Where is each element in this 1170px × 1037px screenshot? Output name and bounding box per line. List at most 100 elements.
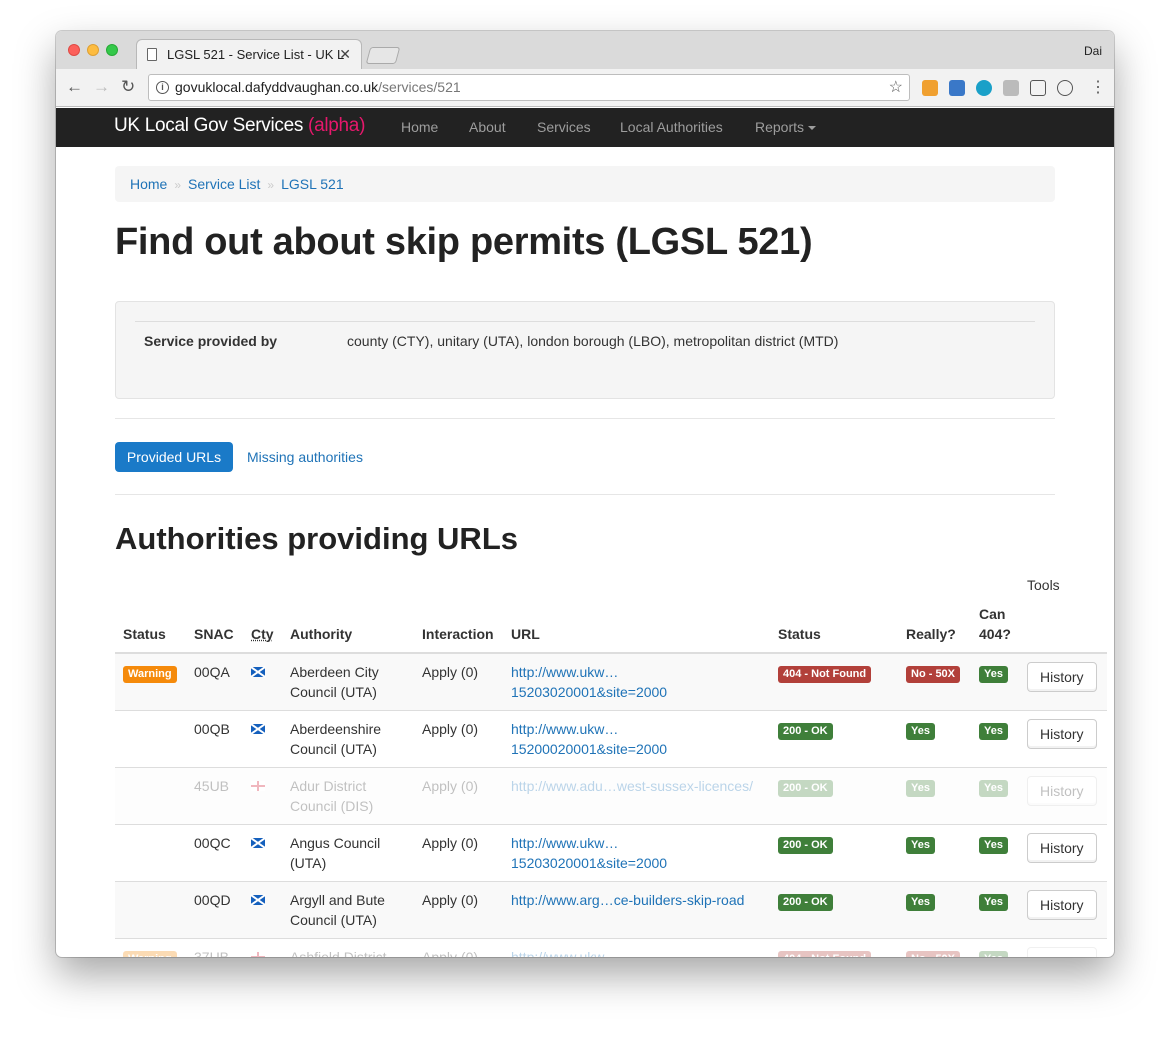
url-status-badge: 404 - Not Found: [778, 666, 872, 683]
tab-title: LGSL 521 - Service List - UK L: [167, 47, 345, 62]
row-url-status-cell: 200 - OK: [770, 824, 898, 882]
row-interaction: Apply (0): [414, 710, 503, 768]
row-country-cell: [243, 881, 282, 939]
row-status-cell: [115, 881, 186, 939]
section-title: Authorities providing URLs: [115, 521, 518, 556]
row-country-cell: [243, 652, 282, 711]
row-can-404-cell: Yes: [971, 824, 1019, 882]
url-host: govuklocal.dafyddvaughan.co.uk: [175, 79, 379, 95]
lastpass-extension-icon[interactable]: [949, 80, 965, 96]
page-icon: [147, 48, 157, 61]
zoom-window-button[interactable]: [106, 44, 118, 56]
row-can-404-cell: Yes: [971, 881, 1019, 939]
row-country-cell: [243, 767, 282, 825]
site-brand[interactable]: UK Local Gov Services (alpha): [114, 115, 365, 137]
history-button[interactable]: History: [1027, 890, 1097, 920]
info-icon[interactable]: i: [156, 81, 169, 94]
back-icon[interactable]: ←: [66, 77, 83, 97]
breadcrumb-home[interactable]: Home: [130, 176, 167, 192]
row-url-cell: http://www.ukw…15203020001&site=2000: [503, 652, 770, 711]
row-interaction: Apply (0): [414, 652, 503, 711]
breadcrumb-current[interactable]: LGSL 521: [281, 176, 344, 192]
history-button[interactable]: History: [1027, 719, 1097, 749]
row-url-link[interactable]: http://www.adu…west-sussex-licences/: [511, 778, 753, 794]
profile-name[interactable]: Dai: [1084, 44, 1102, 58]
nav-local-authorities[interactable]: Local Authorities: [620, 119, 723, 135]
can-404-badge: Yes: [979, 837, 1008, 854]
nav-reports-label: Reports: [755, 119, 805, 135]
url-status-badge: 200 - OK: [778, 723, 833, 740]
row-country-cell: [243, 938, 282, 957]
history-button[interactable]: History: [1027, 947, 1097, 957]
row-status-cell: [115, 824, 186, 882]
can-404-badge: Yes: [979, 666, 1008, 683]
service-info-panel: Service provided by county (CTY), unitar…: [115, 301, 1055, 399]
history-button[interactable]: History: [1027, 662, 1097, 692]
row-url-cell: http://www.ukw…15200010001&site=2000: [503, 938, 770, 957]
service-provided-value: county (CTY), unitary (UTA), london boro…: [347, 333, 839, 349]
row-authority: Angus Council (UTA): [282, 824, 414, 882]
table-row: 00QC Angus Council (UTA) Apply (0) http://w…: [115, 824, 1107, 882]
divider: [135, 321, 1035, 322]
history-button[interactable]: History: [1027, 776, 1097, 806]
nav-about[interactable]: About: [469, 119, 506, 135]
row-url-status-cell: 200 - OK: [770, 710, 898, 768]
row-url-link[interactable]: http://www.ukw…15200010001&site=2000: [511, 949, 667, 957]
info-extension-icon[interactable]: [1057, 80, 1073, 96]
service-provided-label: Service provided by: [144, 333, 278, 349]
nav-services[interactable]: Services: [537, 119, 591, 135]
table-row: Warning 37UB Ashfield District Council (DI…: [115, 938, 1107, 957]
tab-missing-authorities[interactable]: Missing authorities: [247, 442, 363, 472]
row-url-link[interactable]: http://www.ukw…15203020001&site=2000: [511, 664, 667, 700]
row-tools-cell: History: [1019, 938, 1107, 957]
really-badge: No - 50X: [906, 951, 961, 957]
nav-home[interactable]: Home: [401, 119, 438, 135]
row-authority: Aberdeenshire Council (UTA): [282, 710, 414, 768]
row-url-link[interactable]: http://www.arg…ce-builders-skip-road: [511, 892, 744, 908]
row-url-cell: http://www.ukw…15203020001&site=2000: [503, 824, 770, 882]
can-404-badge: Yes: [979, 894, 1008, 911]
row-url-link[interactable]: http://www.ukw…15200020001&site=2000: [511, 721, 667, 757]
divider: [115, 494, 1055, 495]
new-tab-button[interactable]: [365, 47, 401, 64]
row-really-cell: Yes: [898, 710, 971, 768]
browser-tab[interactable]: LGSL 521 - Service List - UK L ✕: [136, 39, 362, 69]
row-really-cell: Yes: [898, 767, 971, 825]
col-authority: Authority: [282, 575, 414, 654]
url-status-badge: 404 - Not Found: [778, 951, 872, 957]
row-can-404-cell: Yes: [971, 767, 1019, 825]
table-header-row: Status SNAC Cty Authority Interaction UR…: [115, 575, 1107, 654]
col-cty-label: Cty: [251, 626, 274, 642]
close-window-button[interactable]: [68, 44, 80, 56]
eyedropper-extension-icon[interactable]: [922, 80, 938, 96]
edge-extension-icon[interactable]: [976, 80, 992, 96]
row-url-link[interactable]: http://www.ukw…15203020001&site=2000: [511, 835, 667, 871]
breadcrumb-separator: »: [174, 178, 182, 192]
forward-icon[interactable]: →: [93, 77, 110, 97]
divider: [115, 418, 1055, 419]
row-can-404-cell: Yes: [971, 938, 1019, 957]
address-bar[interactable]: i govuklocal.dafyddvaughan.co.uk/service…: [148, 74, 910, 101]
breadcrumb-service-list[interactable]: Service List: [188, 176, 260, 192]
england-flag-icon: [251, 781, 265, 791]
nav-reports[interactable]: Reports: [755, 119, 817, 135]
tab-provided-urls[interactable]: Provided URLs: [115, 442, 233, 472]
menu-icon[interactable]: ⋮: [1090, 78, 1106, 98]
row-snac: 00QB: [186, 710, 243, 768]
minimize-window-button[interactable]: [87, 44, 99, 56]
page-title: Find out about skip permits (LGSL 521): [115, 221, 813, 263]
bookmark-star-icon[interactable]: ☆: [889, 75, 903, 100]
c-extension-icon[interactable]: [1003, 80, 1019, 96]
tab-close-icon[interactable]: ✕: [339, 40, 351, 69]
cast-icon[interactable]: [1030, 80, 1046, 96]
really-badge: Yes: [906, 837, 935, 854]
brand-text: UK Local Gov Services: [114, 115, 304, 136]
row-url-cell: http://www.adu…west-sussex-licences/: [503, 767, 770, 825]
row-tools-cell: History: [1019, 652, 1107, 711]
reload-icon[interactable]: ↻: [121, 77, 135, 97]
row-interaction: Apply (0): [414, 767, 503, 825]
really-badge: No - 50X: [906, 666, 961, 683]
row-authority: Ashfield District Council (DIS): [282, 938, 414, 957]
url-status-badge: 200 - OK: [778, 837, 833, 854]
history-button[interactable]: History: [1027, 833, 1097, 863]
